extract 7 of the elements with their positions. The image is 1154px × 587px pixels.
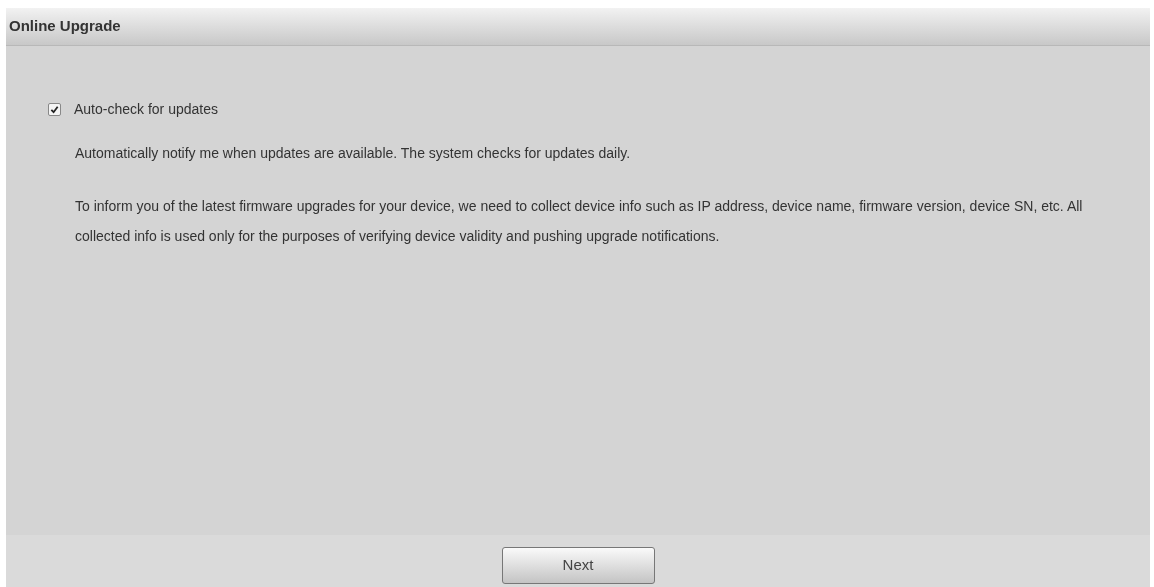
description-text: To inform you of the latest firmware upgrades for your device, we need to collect device info such as IP address, device name, firmware version, device SN, etc. All collected info is used only for the purposes of verifying device validity and pushing upgrade notifications.: [75, 197, 1084, 246]
checkbox[interactable]: [48, 103, 61, 116]
panel-title: Online Upgrade: [9, 16, 121, 37]
next-button[interactable]: Next: [501, 547, 655, 584]
checkbox-label[interactable]: Auto-check for updates: [74, 99, 218, 120]
checkmark-icon: [50, 105, 59, 114]
description-text: Automatically notify me when updates are available. The system checks for updates daily.: [75, 144, 632, 163]
